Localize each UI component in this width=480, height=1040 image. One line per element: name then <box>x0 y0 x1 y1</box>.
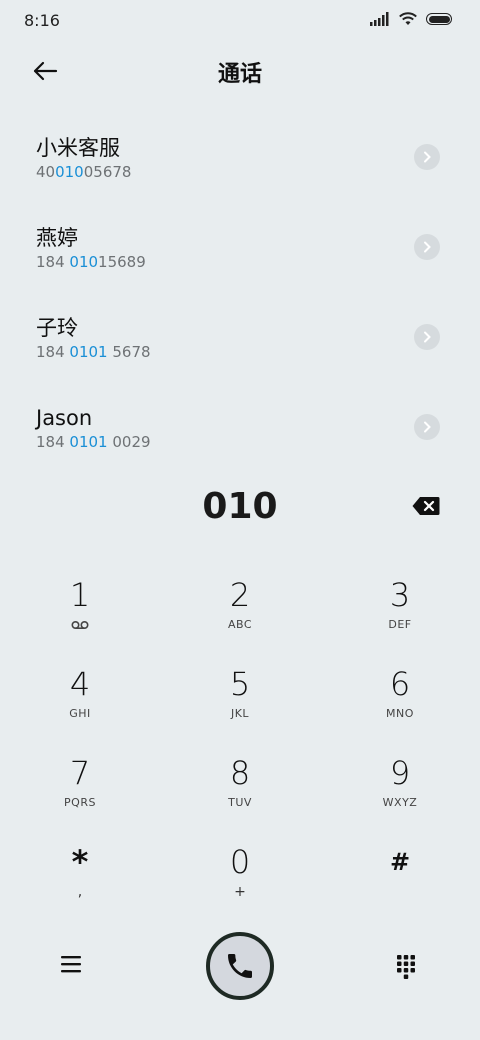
battery-icon <box>426 13 452 25</box>
key-2[interactable]: 2 ABC <box>160 572 320 661</box>
backspace-icon <box>412 497 440 515</box>
key-letters: JKL <box>230 707 250 720</box>
contact-number: 184 01015689 <box>36 253 146 271</box>
key-digit: 8 <box>229 754 251 792</box>
key-digit: # <box>389 848 411 876</box>
key-9[interactable]: 9 WXYZ <box>320 750 480 839</box>
key-5[interactable]: 5 JKL <box>160 661 320 750</box>
key-hash[interactable]: # <box>320 839 480 928</box>
key-3[interactable]: 3 DEF <box>320 572 480 661</box>
key-digit: * <box>71 843 89 881</box>
contact-item[interactable]: 燕婷 184 01015689 <box>0 210 480 300</box>
menu-icon <box>61 956 81 973</box>
contact-detail-button[interactable] <box>414 324 440 350</box>
key-6[interactable]: 6 MNO <box>320 661 480 750</box>
key-digit: 1 <box>69 576 91 614</box>
contact-suggestion-list: 小米客服 4001005678 燕婷 184 01015689 子玲 184 0… <box>0 120 480 480</box>
dialed-number: 010 <box>202 486 278 527</box>
contact-item[interactable]: Jason 184 0101 0029 <box>0 390 480 480</box>
key-8[interactable]: 8 TUV <box>160 750 320 839</box>
page-title: 通话 <box>217 62 262 87</box>
key-sub: + <box>234 884 246 900</box>
bottom-bar <box>0 930 480 1002</box>
chevron-right-icon <box>424 151 431 163</box>
match-highlight: 0101 <box>69 433 108 451</box>
contact-detail-button[interactable] <box>414 414 440 440</box>
key-digit: 9 <box>389 754 411 792</box>
status-bar: 8:16 <box>0 0 480 40</box>
signal-icon <box>370 12 389 26</box>
chevron-right-icon <box>424 421 431 433</box>
contact-item[interactable]: 子玲 184 0101 5678 <box>0 300 480 390</box>
contact-detail-button[interactable] <box>414 234 440 260</box>
key-letters: DEF <box>388 618 412 631</box>
call-button[interactable] <box>206 932 274 1000</box>
contact-number: 184 0101 0029 <box>36 433 151 451</box>
dialpad-toggle-button[interactable] <box>396 954 416 980</box>
status-time: 8:16 <box>24 11 60 30</box>
phone-icon <box>228 954 252 978</box>
key-letters: ABC <box>227 618 253 631</box>
key-star[interactable]: * , <box>0 839 160 928</box>
key-digit: 3 <box>389 576 411 614</box>
key-digit: 0 <box>229 843 251 881</box>
key-7[interactable]: 7 PQRS <box>0 750 160 839</box>
match-highlight: 010 <box>69 253 99 271</box>
backspace-button[interactable] <box>412 496 440 518</box>
key-letters: WXYZ <box>382 796 418 809</box>
dialpad-icon <box>397 955 415 979</box>
key-letters: MNO <box>386 707 414 720</box>
chevron-right-icon <box>424 331 431 343</box>
key-digit: 4 <box>69 665 91 703</box>
status-icons <box>370 12 452 26</box>
key-1[interactable]: 1 <box>0 572 160 661</box>
key-0[interactable]: 0 + <box>160 839 320 928</box>
chevron-right-icon <box>424 241 431 253</box>
header: 通话 <box>0 48 480 92</box>
dialpad: 1 2 ABC 3 DEF 4 GHI 5 JKL 6 MNO 7 PQRS 8… <box>0 572 480 928</box>
menu-button[interactable] <box>60 954 86 978</box>
voicemail-icon <box>71 620 89 630</box>
key-digit: 7 <box>69 754 91 792</box>
match-highlight: 010 <box>55 163 84 181</box>
key-digit: 6 <box>389 665 411 703</box>
dial-input[interactable]: 010 <box>0 484 480 532</box>
key-sub: , <box>77 884 83 900</box>
contact-detail-button[interactable] <box>414 144 440 170</box>
contact-number: 4001005678 <box>36 163 132 181</box>
key-letters: TUV <box>228 796 252 809</box>
key-letters: GHI <box>69 707 91 720</box>
key-digit: 5 <box>229 665 251 703</box>
contact-item[interactable]: 小米客服 4001005678 <box>0 120 480 210</box>
match-highlight: 0101 <box>69 343 108 361</box>
wifi-icon <box>399 12 417 25</box>
key-digit: 2 <box>229 576 251 614</box>
key-letters: PQRS <box>64 796 96 809</box>
contact-number: 184 0101 5678 <box>36 343 151 361</box>
key-4[interactable]: 4 GHI <box>0 661 160 750</box>
